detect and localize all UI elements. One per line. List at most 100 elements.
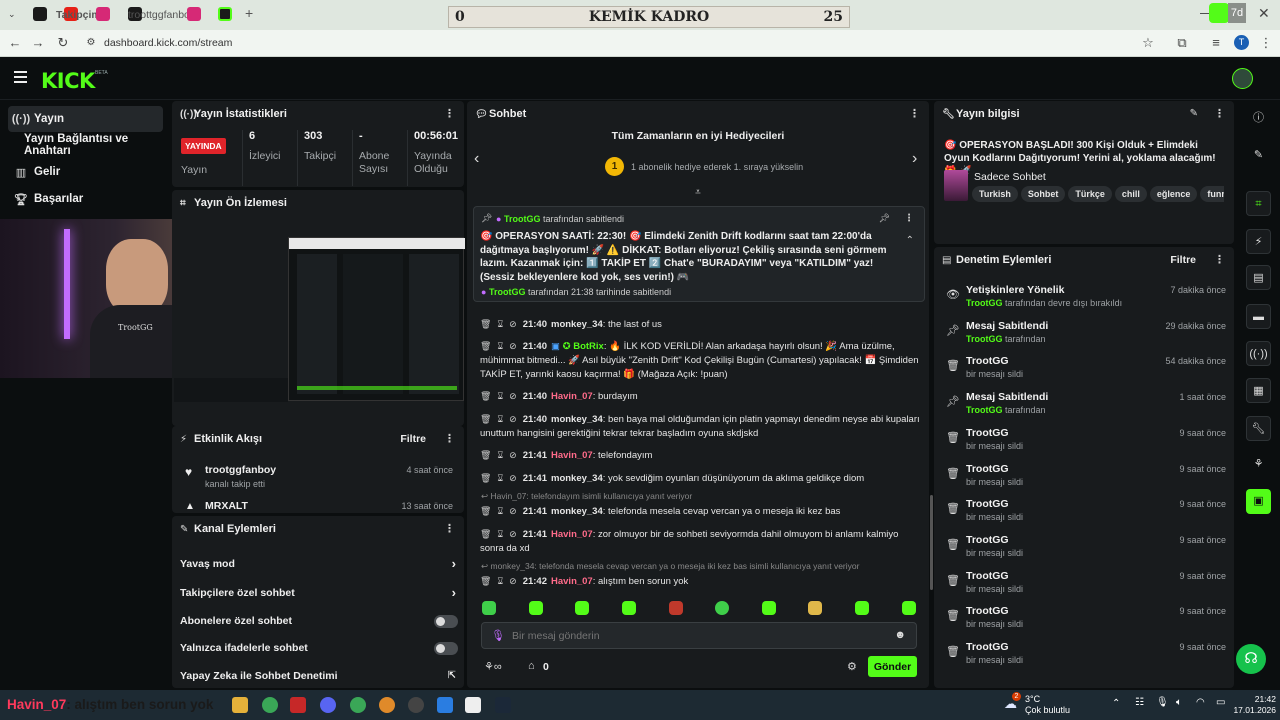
timeout-icon[interactable]: ⌛︎ — [497, 529, 503, 539]
nav-item-achievements[interactable]: 🏆︎ Başarılar — [8, 186, 163, 212]
extensions-icon[interactable]: ⧉ — [1175, 36, 1189, 50]
send-button[interactable]: Gönder — [868, 656, 917, 677]
chat-bubble-icon[interactable]: ▬ — [1246, 304, 1271, 329]
timeout-icon[interactable]: ⌛︎ — [497, 414, 503, 424]
broadcast-icon[interactable]: ((·)) — [1246, 341, 1271, 366]
lightning-icon[interactable]: ⚡︎ — [1246, 229, 1271, 254]
mod-action-actor[interactable]: TrootGG — [966, 334, 1003, 344]
timeout-icon[interactable]: ⌛︎ — [497, 473, 503, 483]
mod-action-item[interactable]: 🗑︎ TrootGG bir mesajı sildi 9 saat önce — [944, 570, 1226, 604]
chat-message[interactable]: 🗑︎ ⌛︎ ⊘ 21:41 monkey_34: telefonda mesela ce… — [480, 504, 920, 519]
emote-icon[interactable] — [715, 601, 729, 615]
emote-icon[interactable] — [529, 601, 543, 615]
obs-icon[interactable] — [408, 697, 424, 713]
message-user[interactable]: Havin_07 — [551, 391, 593, 402]
extension-badge[interactable]: 7d — [1228, 3, 1246, 23]
mod-action-item[interactable]: 🗑︎ TrootGG bir mesajı sildi 9 saat önce — [944, 534, 1226, 568]
emote-icon[interactable] — [669, 601, 683, 615]
slow-mode-row[interactable]: Yavaş mod › — [180, 556, 458, 571]
discord-icon[interactable] — [320, 697, 336, 713]
browser-menu-icon[interactable]: ⋮ — [1259, 36, 1273, 50]
ban-icon[interactable]: ⊘ — [509, 450, 517, 460]
mod-action-actor[interactable]: TrootGG — [966, 405, 1003, 415]
delete-icon[interactable]: 🗑︎ — [480, 391, 491, 401]
chat-more-icon[interactable]: ⋮ — [909, 108, 920, 120]
instagram-favicon-2[interactable] — [187, 7, 201, 21]
store-icon[interactable]: ⌂ — [528, 660, 535, 672]
ban-icon[interactable]: ⊘ — [509, 414, 517, 424]
help-chat-icon[interactable]: ☊ — [1236, 644, 1266, 674]
ban-icon[interactable]: ⊘ — [509, 341, 517, 351]
battery-icon[interactable]: ▭ — [1216, 697, 1225, 708]
chrome-icon[interactable] — [262, 697, 278, 713]
network-icon[interactable]: ☷ — [1135, 697, 1144, 708]
activity-name-2[interactable]: MRXALT — [205, 500, 248, 512]
edit-icon[interactable]: ✎ — [1190, 108, 1198, 119]
notes-icon[interactable] — [437, 697, 453, 713]
emote-icon[interactable] — [575, 601, 589, 615]
chat-message[interactable]: 🗑︎ ⌛︎ ⊘ 21:41 monkey_34: yok sevdiğim oyunla… — [480, 471, 920, 486]
microphone-tray-icon[interactable]: 🎙︎ — [1156, 697, 1169, 708]
url-text[interactable]: dashboard.kick.com/stream — [104, 37, 232, 49]
delete-icon[interactable]: 🗑︎ — [480, 341, 491, 351]
chat-scrollbar[interactable] — [930, 495, 933, 590]
delete-icon[interactable]: 🗑︎ — [480, 506, 491, 516]
stream-info-more-icon[interactable]: ⋮ — [1214, 108, 1225, 120]
nav-item-stream-key[interactable]: Yayın Bağlantısı ve Anahtarı — [24, 132, 169, 158]
mod-action-item[interactable]: 🗑︎ TrootGG bir mesajı sildi 9 saat önce — [944, 498, 1226, 532]
delete-icon[interactable]: 🗑︎ — [480, 414, 491, 424]
emote-icon[interactable] — [482, 601, 496, 615]
tray-chevron-icon[interactable]: ⌃ — [1112, 698, 1120, 709]
timeout-icon[interactable]: ⌛︎ — [497, 450, 503, 460]
screenshot-icon[interactable]: ⌗ — [1246, 191, 1271, 216]
delete-icon[interactable]: 🗑︎ — [480, 576, 491, 586]
delete-icon[interactable]: 🗑︎ — [480, 529, 491, 539]
forward-icon[interactable]: → — [31, 36, 45, 50]
community-icon[interactable]: ⚘ — [1246, 452, 1271, 477]
mod-action-item[interactable]: 🗑︎ TrootGG bir mesajı sildi 9 saat önce — [944, 641, 1226, 675]
mod-action-item[interactable]: 🗑︎ TrootGG bir mesajı sildi 9 saat önce — [944, 463, 1226, 497]
subscribers-only-toggle[interactable] — [434, 615, 458, 628]
mod-action-actor[interactable]: TrootGG — [966, 298, 1003, 308]
tab-list-chevron-icon[interactable]: ⌄ — [8, 9, 16, 20]
pencil-icon[interactable]: ✎ — [1246, 143, 1271, 168]
pinned-by-user[interactable]: TrootGG — [504, 214, 541, 224]
steam-icon[interactable] — [495, 697, 511, 713]
tag[interactable]: Turkish — [972, 186, 1018, 202]
chat-input[interactable] — [512, 628, 872, 644]
tag[interactable]: chill — [1114, 186, 1147, 202]
chrome-icon-2[interactable] — [350, 697, 366, 713]
mod-action-item[interactable]: 🗑︎ TrootGG bir mesajı sildi 54 dakika önce — [944, 355, 1226, 389]
mic-icon[interactable]: 🎙︎ — [491, 629, 505, 642]
activity-name-1[interactable]: trootggfanboy — [205, 464, 276, 476]
kick-logo[interactable]: KICK — [41, 69, 95, 93]
mod-action-item[interactable]: 🗑︎ TrootGG bir mesajı sildi 9 saat önce — [944, 605, 1226, 639]
ban-icon[interactable]: ⊘ — [509, 391, 517, 401]
message-user[interactable]: Havin_07 — [551, 576, 593, 587]
timeout-icon[interactable]: ⌛︎ — [497, 506, 503, 516]
chat-settings-icon[interactable]: ⚙ — [847, 660, 857, 673]
mod-action-item[interactable]: 👁︎ Yetişkinlere Yönelik TrootGG tarafından… — [944, 284, 1226, 318]
instagram-favicon[interactable] — [96, 7, 110, 21]
emote-icon[interactable] — [902, 601, 916, 615]
message-user[interactable]: monkey_34 — [551, 319, 603, 330]
pinned-more-icon[interactable]: ⋮ — [904, 213, 914, 224]
chat-message[interactable]: 🗑︎ ⌛︎ ⊘ 21:42 Havin_07: alıştım ben sorun yo… — [480, 574, 920, 589]
message-user[interactable]: BotRix — [573, 341, 604, 352]
nav-item-revenue[interactable]: ▥ Gelir — [8, 159, 163, 185]
stats-more-icon[interactable]: ⋮ — [444, 108, 455, 120]
channel-points-icon[interactable]: ⚘∞ — [484, 660, 502, 673]
gifters-next-icon[interactable]: › — [912, 150, 917, 168]
kick-extension-icon[interactable] — [1209, 3, 1229, 23]
message-user[interactable]: monkey_34 — [551, 414, 603, 425]
file-explorer-icon[interactable] — [232, 697, 248, 713]
close-window-icon[interactable]: ✕ — [1258, 5, 1270, 22]
tag[interactable]: Türkçe — [1068, 186, 1112, 202]
activity-more-icon[interactable]: ⋮ — [444, 433, 455, 445]
wrench-icon[interactable]: 🔧︎ — [1246, 416, 1271, 441]
emote-icon[interactable] — [808, 601, 822, 615]
chat-collapse-icon[interactable]: ⩡ — [692, 187, 704, 198]
ban-icon[interactable]: ⊘ — [509, 529, 517, 539]
nav-item-stream[interactable]: ((·)) Yayın — [8, 106, 163, 132]
mod-action-item[interactable]: 📌︎ Mesaj Sabitlendi TrootGG tarafından 29 d… — [944, 320, 1226, 354]
